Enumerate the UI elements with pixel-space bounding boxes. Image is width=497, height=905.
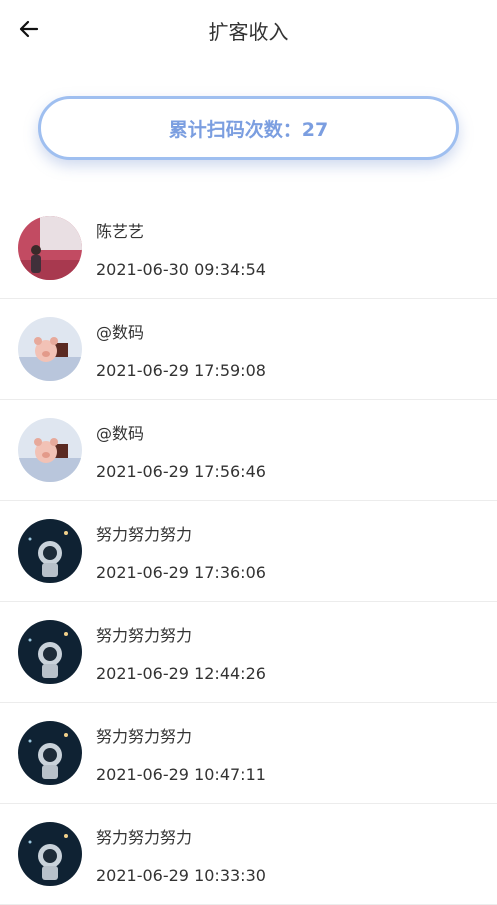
avatar bbox=[18, 822, 82, 886]
user-name: 努力努力努力 bbox=[96, 828, 193, 847]
scan-time: 2021-06-30 09:34:54 bbox=[96, 260, 266, 279]
avatar bbox=[18, 317, 82, 381]
list-item[interactable]: 努力努力努力 2021-06-29 12:44:26 bbox=[0, 602, 497, 703]
user-name: 努力努力努力 bbox=[96, 525, 193, 544]
scan-time: 2021-06-29 17:59:08 bbox=[96, 361, 266, 380]
scan-count-card: 累计扫码次数：27 bbox=[38, 96, 459, 160]
avatar bbox=[18, 519, 82, 583]
list-item[interactable]: 努力努力努力 2021-06-29 10:47:11 bbox=[0, 703, 497, 804]
user-name: 陈艺艺 bbox=[96, 222, 145, 241]
scan-count-label: 累计扫码次数：27 bbox=[38, 96, 459, 160]
avatar bbox=[18, 721, 82, 785]
scan-time: 2021-06-29 17:36:06 bbox=[96, 563, 266, 582]
list-item[interactable]: @数码 2021-06-29 17:59:08 bbox=[0, 299, 497, 400]
scan-time: 2021-06-29 10:33:30 bbox=[96, 866, 266, 885]
list-item[interactable]: 陈艺艺 2021-06-30 09:34:54 bbox=[0, 198, 497, 299]
user-name: 努力努力努力 bbox=[96, 727, 193, 746]
avatar bbox=[18, 216, 82, 280]
user-name: 努力努力努力 bbox=[96, 626, 193, 645]
scan-time: 2021-06-29 17:56:46 bbox=[96, 462, 266, 481]
scan-time: 2021-06-29 10:47:11 bbox=[96, 765, 266, 784]
avatar bbox=[18, 620, 82, 684]
top-nav-bar: 扩客收入 bbox=[0, 0, 497, 60]
user-name: @数码 bbox=[96, 323, 145, 342]
list-item[interactable]: 努力努力努力 2021-06-29 17:36:06 bbox=[0, 501, 497, 602]
scan-record-list: 陈艺艺 2021-06-30 09:34:54 @数码 2021-06-29 1… bbox=[0, 198, 497, 905]
page-title: 扩客收入 bbox=[208, 20, 289, 44]
list-item[interactable]: 努力努力努力 2021-06-29 10:33:30 bbox=[0, 804, 497, 905]
avatar bbox=[18, 418, 82, 482]
scan-time: 2021-06-29 12:44:26 bbox=[96, 664, 266, 683]
list-item[interactable]: @数码 2021-06-29 17:56:46 bbox=[0, 400, 497, 501]
user-name: @数码 bbox=[96, 424, 145, 443]
